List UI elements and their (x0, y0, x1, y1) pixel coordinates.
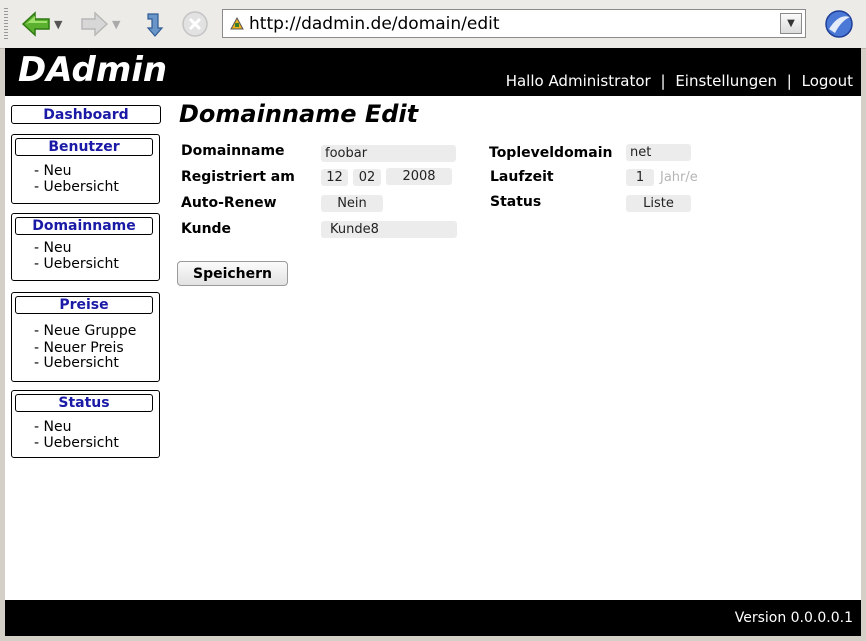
page-title: Domainname Edit (179, 100, 419, 128)
sidebar-item-preise-uebersicht[interactable]: - Uebersicht (34, 355, 119, 371)
label-autorenew: Auto-Renew (181, 195, 277, 211)
reload-button[interactable] (140, 10, 166, 38)
greeting-text: Hallo Administrator (505, 72, 651, 90)
registriert-month-field[interactable]: 02 (353, 169, 381, 186)
browser-toolbar: ▼ ▼ http://dadmin.de/domain/edit ▼ (0, 0, 866, 49)
kunde-select[interactable]: Kunde8 (321, 221, 457, 238)
page-viewport: DAdmin Hallo Administrator | Einstellung… (5, 48, 861, 636)
forward-dropdown-icon[interactable]: ▼ (112, 18, 120, 31)
url-dropdown-icon[interactable]: ▼ (780, 13, 802, 34)
laufzeit-field[interactable]: 1 (626, 169, 654, 186)
nav-separator: | (786, 72, 792, 90)
logout-link[interactable]: Logout (802, 72, 853, 90)
status-select[interactable]: Liste (626, 195, 691, 212)
label-kunde: Kunde (181, 221, 232, 237)
sidebar-title-benutzer[interactable]: Benutzer (15, 138, 153, 156)
toolbar-grip (4, 8, 8, 40)
settings-link[interactable]: Einstellungen (675, 72, 777, 90)
url-text[interactable]: http://dadmin.de/domain/edit (249, 14, 500, 34)
sidebar-title-status[interactable]: Status (15, 394, 153, 412)
sidebar-title-domainname[interactable]: Domainname (15, 217, 153, 235)
sidebar-item-status-neu[interactable]: - Neu (34, 419, 71, 435)
sidebar-item-status-uebersicht[interactable]: - Uebersicht (34, 435, 119, 451)
stop-icon (182, 11, 208, 37)
sidebar-item-benutzer-uebersicht[interactable]: - Uebersicht (34, 179, 119, 195)
sidebar-box-benutzer: Benutzer - Neu - Uebersicht (11, 134, 160, 204)
label-laufzeit: Laufzeit (490, 169, 554, 185)
laufzeit-unit: Jahr/e (660, 170, 698, 185)
sidebar-box-domainname: Domainname - Neu - Uebersicht (11, 213, 160, 281)
dashboard-link[interactable]: Dashboard (11, 105, 161, 124)
version-text: Version 0.0.0.0.1 (734, 610, 853, 626)
label-status: Status (490, 194, 542, 210)
topleveldomain-select[interactable]: net (626, 144, 691, 161)
save-button[interactable]: Speichern (177, 261, 288, 286)
site-icon (230, 16, 244, 30)
domainname-field[interactable]: foobar (321, 145, 456, 162)
sidebar-item-preise-neuer-preis[interactable]: - Neuer Preis (34, 340, 124, 356)
browser-logo-icon (825, 10, 853, 38)
sidebar-box-status: Status - Neu - Uebersicht (11, 390, 160, 458)
sidebar-title-preise[interactable]: Preise (15, 296, 153, 314)
sidebar-item-benutzer-neu[interactable]: - Neu (34, 163, 71, 179)
label-topleveldomain: Topleveldomain (489, 145, 613, 161)
sidebar-box-preise: Preise - Neue Gruppe - Neuer Preis - Ueb… (11, 292, 160, 382)
registriert-year-field[interactable]: 2008 (386, 168, 452, 185)
stop-button[interactable] (181, 10, 209, 38)
browser-logo-button[interactable] (823, 9, 855, 43)
site-header: DAdmin Hallo Administrator | Einstellung… (5, 48, 861, 96)
sidebar-item-domainname-neu[interactable]: - Neu (34, 240, 71, 256)
back-dropdown-icon[interactable]: ▼ (54, 18, 62, 31)
site-footer: Version 0.0.0.0.1 (5, 600, 861, 636)
forward-arrow-icon (81, 11, 109, 37)
autorenew-select[interactable]: Nein (321, 195, 383, 212)
registriert-day-field[interactable]: 12 (321, 169, 348, 186)
back-arrow-icon (21, 11, 50, 37)
url-bar[interactable]: http://dadmin.de/domain/edit ▼ (222, 9, 806, 38)
brand-logo[interactable]: DAdmin (18, 50, 167, 90)
reload-icon (146, 13, 164, 37)
top-navigation: Hallo Administrator | Einstellungen | Lo… (506, 72, 853, 90)
label-registriert: Registriert am (181, 169, 295, 185)
label-domainname: Domainname (181, 143, 285, 159)
forward-button[interactable]: ▼ (80, 10, 120, 38)
back-button[interactable]: ▼ (20, 10, 62, 38)
sidebar-item-domainname-uebersicht[interactable]: - Uebersicht (34, 256, 119, 272)
sidebar-item-preise-neue-gruppe[interactable]: - Neue Gruppe (34, 323, 136, 339)
nav-separator: | (660, 72, 666, 90)
